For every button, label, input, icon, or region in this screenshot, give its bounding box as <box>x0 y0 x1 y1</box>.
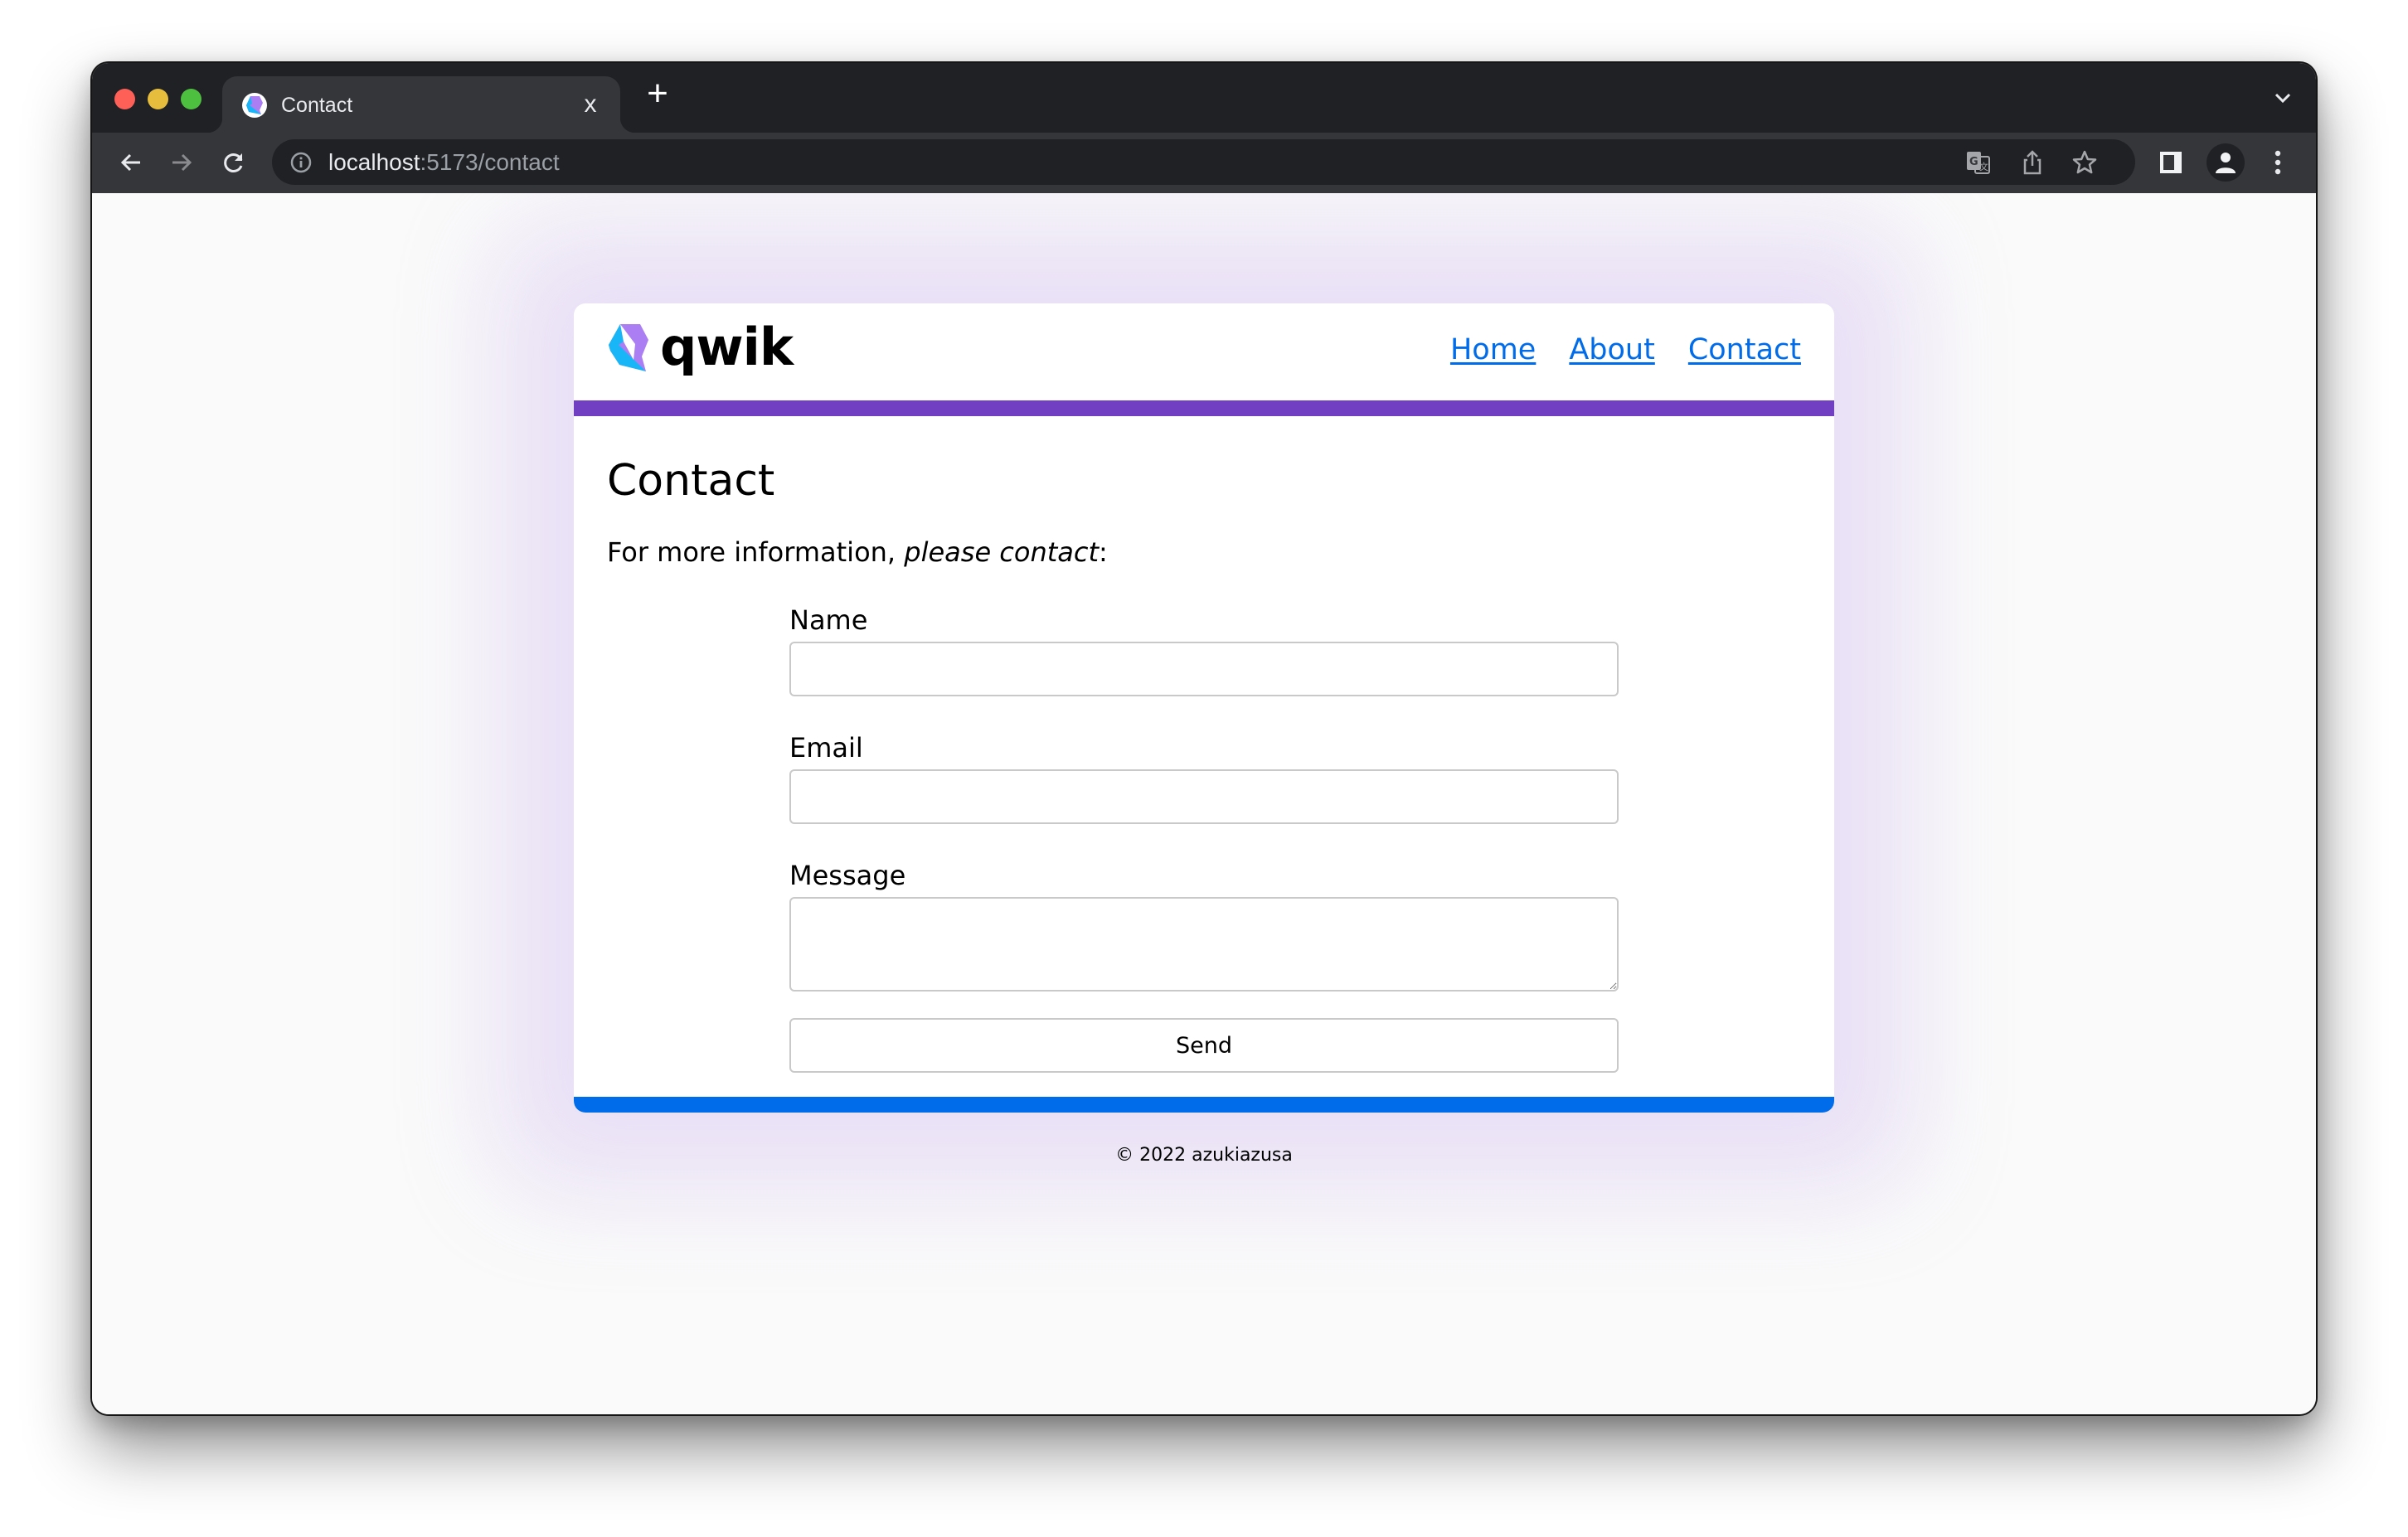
contact-form: Name Email Message Send <box>789 604 1619 1073</box>
back-icon[interactable] <box>113 144 149 181</box>
svg-text:G: G <box>1969 156 1978 168</box>
main-card: qwik Home About Contact Contact For more… <box>574 303 1834 1113</box>
name-field-group: Name <box>789 604 1619 696</box>
site-info-icon[interactable] <box>289 150 313 175</box>
site-nav: Home About Contact <box>1450 333 1801 366</box>
zoom-window-button[interactable] <box>181 89 201 109</box>
browser-tab-active[interactable]: Contact x <box>207 76 635 133</box>
browser-window: Contact x + localhost:5173/contact G文 qw… <box>92 63 2316 1414</box>
site-header: qwik Home About Contact <box>574 303 1834 400</box>
share-icon[interactable] <box>2017 148 2047 177</box>
url-path: :5173/contact <box>420 149 560 175</box>
forward-icon[interactable] <box>163 144 200 181</box>
email-input[interactable] <box>789 769 1619 824</box>
profile-icon[interactable] <box>2207 143 2245 182</box>
page-viewport: qwik Home About Contact Contact For more… <box>92 193 2316 1414</box>
side-panel-icon[interactable] <box>2153 144 2189 181</box>
url-host: localhost <box>328 149 420 175</box>
header-accent-bar <box>574 400 1834 416</box>
email-label: Email <box>789 732 863 764</box>
qwik-favicon-icon <box>242 93 267 118</box>
url-text[interactable]: localhost:5173/contact <box>328 148 560 177</box>
title-bar: Contact x + <box>92 63 2316 133</box>
tab-close-icon[interactable]: x <box>577 91 604 118</box>
nav-link-about[interactable]: About <box>1569 333 1654 366</box>
message-field-group: Message <box>789 859 1619 992</box>
message-label: Message <box>789 860 906 891</box>
intro-emphasis: please contact <box>904 536 1100 568</box>
browser-toolbar: localhost:5173/contact G文 <box>92 133 2316 193</box>
copyright-text: © 2022 azukiazusa <box>1115 1145 1293 1166</box>
site-logo[interactable]: qwik <box>607 317 794 377</box>
tab-search-chevron-icon[interactable] <box>2271 86 2294 109</box>
logo-text: qwik <box>660 317 794 377</box>
intro-text: For more information, please contact: <box>607 534 1108 570</box>
name-input[interactable] <box>789 642 1619 696</box>
close-window-button[interactable] <box>114 89 135 109</box>
intro-end: : <box>1099 536 1108 568</box>
intro-plain: For more information, <box>607 536 905 568</box>
nav-link-contact[interactable]: Contact <box>1688 333 1801 366</box>
minimize-window-button[interactable] <box>148 89 168 109</box>
qwik-logo-icon <box>609 324 648 371</box>
svg-text:文: 文 <box>1979 161 1988 172</box>
message-textarea[interactable] <box>789 897 1619 992</box>
nav-link-home[interactable]: Home <box>1450 333 1536 366</box>
address-bar[interactable]: localhost:5173/contact G文 <box>272 139 2135 185</box>
page-title: Contact <box>607 456 775 506</box>
kebab-menu-icon[interactable] <box>2260 144 2296 181</box>
reload-icon[interactable] <box>216 144 252 181</box>
translate-icon[interactable]: G文 <box>1964 148 1993 177</box>
email-field-group: Email <box>789 731 1619 824</box>
send-button[interactable]: Send <box>789 1018 1619 1073</box>
new-tab-button[interactable]: + <box>641 75 674 112</box>
tab-title: Contact <box>281 94 353 117</box>
footer-accent-bar <box>574 1097 1834 1113</box>
name-label: Name <box>789 604 868 636</box>
bookmark-star-icon[interactable] <box>2070 148 2100 177</box>
